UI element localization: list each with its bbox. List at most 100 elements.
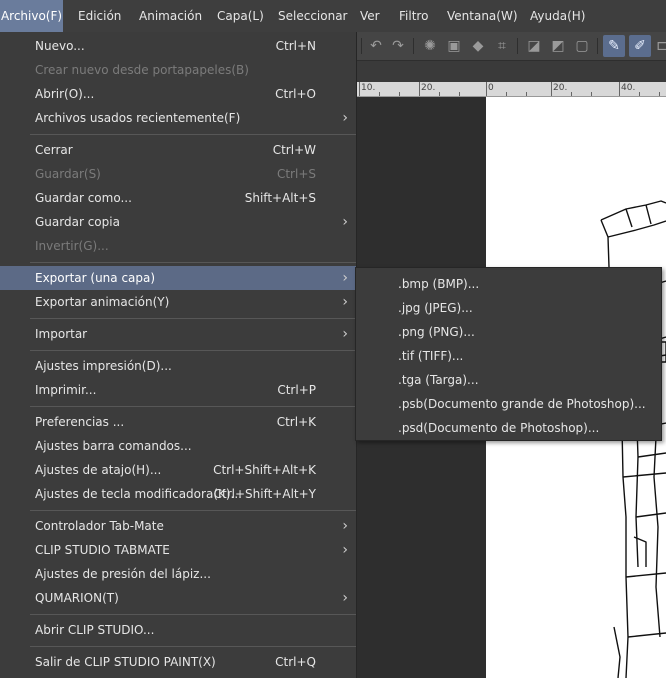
- menu-separator: [30, 350, 356, 351]
- menu-item-label: Crear nuevo desde portapapeles(B): [35, 63, 249, 77]
- menu-item-salir[interactable]: Salir de CLIP STUDIO PAINT(X) Ctrl+Q: [0, 650, 356, 674]
- submenu-item-label: .psb(Documento grande de Photoshop)...: [398, 397, 646, 411]
- menu-item-clip-studio-tabmate[interactable]: CLIP STUDIO TABMATE ›: [0, 538, 356, 562]
- menu-item-guardar-copia[interactable]: Guardar copia ›: [0, 210, 356, 234]
- menu-item-ajustes-presion-lapiz[interactable]: Ajustes de presión del lápiz...: [0, 562, 356, 586]
- menu-item-ajustes-tecla-modificadora[interactable]: Ajustes de tecla modificadora(K)... Ctrl…: [0, 482, 356, 506]
- ruler-tick: [526, 92, 527, 96]
- menu-item-label: Ajustes impresión(D)...: [35, 359, 172, 373]
- submenu-item-psd[interactable]: .psd(Documento de Photoshop)...: [356, 416, 661, 440]
- menu-item-label: QUMARION(T): [35, 591, 119, 605]
- menu-item-shortcut: Ctrl+Q: [275, 655, 316, 669]
- undo-icon[interactable]: ↶: [367, 37, 385, 55]
- menu-seleccionar[interactable]: Seleccionar: [278, 0, 347, 32]
- menu-item-label: Cerrar: [35, 143, 73, 157]
- menu-ayuda[interactable]: Ayuda(H): [530, 0, 585, 32]
- toolbar-separator: [361, 38, 362, 54]
- transform-icon[interactable]: ▣: [445, 37, 463, 55]
- menu-item-exportar-animacion[interactable]: Exportar animación(Y) ›: [0, 290, 356, 314]
- ruler-tick: [359, 82, 360, 96]
- chevron-right-icon: ›: [342, 110, 348, 126]
- chevron-right-icon: ›: [342, 590, 348, 606]
- export-submenu: .bmp (BMP)... .jpg (JPEG)... .png (PNG).…: [355, 267, 662, 441]
- menu-item-label: Abrir CLIP STUDIO...: [35, 623, 155, 637]
- menu-item-cerrar[interactable]: Cerrar Ctrl+W: [0, 138, 356, 162]
- menu-edicion[interactable]: Edición: [78, 0, 121, 32]
- menu-item-shortcut: Ctrl+Shift+Alt+K: [213, 463, 316, 477]
- selection-border-icon[interactable]: ▢: [573, 37, 591, 55]
- chevron-right-icon: ›: [342, 270, 348, 286]
- menu-item-archivos-recientes[interactable]: Archivos usados recientemente(F) ›: [0, 106, 356, 130]
- menu-animacion[interactable]: Animación: [139, 0, 202, 32]
- ruler-tick: [379, 92, 380, 96]
- submenu-item-png[interactable]: .png (PNG)...: [356, 320, 661, 344]
- menu-item-preferencias[interactable]: Preferencias ... Ctrl+K: [0, 410, 356, 434]
- ruler-tool-icon[interactable]: ⊏: [653, 37, 666, 55]
- menu-item-abrir[interactable]: Abrir(O)... Ctrl+O: [0, 82, 356, 106]
- menu-item-shortcut: Ctrl+K: [276, 415, 316, 429]
- submenu-item-jpg[interactable]: .jpg (JPEG)...: [356, 296, 661, 320]
- menu-ver[interactable]: Ver: [360, 0, 380, 32]
- chevron-right-icon: ›: [342, 542, 348, 558]
- menu-separator: [30, 646, 356, 647]
- chevron-right-icon: ›: [342, 214, 348, 230]
- ruler-label: 20.: [553, 83, 568, 93]
- menu-item-ajustes-barra-comandos[interactable]: Ajustes barra comandos...: [0, 434, 356, 458]
- menu-item-abrir-clip-studio[interactable]: Abrir CLIP STUDIO...: [0, 618, 356, 642]
- menu-archivo[interactable]: Archivo(F): [0, 0, 63, 32]
- menu-item-label: Controlador Tab-Mate: [35, 519, 164, 533]
- menu-item-exportar-una-capa[interactable]: Exportar (una capa) ›: [0, 266, 356, 290]
- pen-tool-icon[interactable]: ✎: [603, 35, 625, 57]
- menu-item-label: Invertir(G)...: [35, 239, 109, 253]
- menu-item-importar[interactable]: Importar ›: [0, 322, 356, 346]
- submenu-item-bmp[interactable]: .bmp (BMP)...: [356, 272, 661, 296]
- menu-item-ajustes-atajo[interactable]: Ajustes de atajo(H)... Ctrl+Shift+Alt+K: [0, 458, 356, 482]
- menu-item-nuevo[interactable]: Nuevo... Ctrl+N: [0, 34, 356, 58]
- menu-item-guardar: Guardar(S) Ctrl+S: [0, 162, 356, 186]
- ruler-label: 20.: [421, 83, 436, 93]
- menu-item-shortcut: Ctrl+Shift+Alt+Y: [213, 487, 316, 501]
- crop-icon[interactable]: ⌗: [493, 37, 511, 55]
- ruler-tick: [571, 92, 572, 96]
- menu-ventana[interactable]: Ventana(W): [447, 0, 518, 32]
- submenu-item-tif[interactable]: .tif (TIFF)...: [356, 344, 661, 368]
- menu-item-imprimir[interactable]: Imprimir... Ctrl+P: [0, 378, 356, 402]
- submenu-item-psb[interactable]: .psb(Documento grande de Photoshop)...: [356, 392, 661, 416]
- menu-item-guardar-como[interactable]: Guardar como... Shift+Alt+S: [0, 186, 356, 210]
- ruler-tick: [399, 92, 400, 96]
- redo-icon[interactable]: ↷: [389, 37, 407, 55]
- menu-filtro[interactable]: Filtro: [399, 0, 428, 32]
- ruler-tick: [439, 92, 440, 96]
- menu-item-ajustes-impresion[interactable]: Ajustes impresión(D)...: [0, 354, 356, 378]
- menu-capa[interactable]: Capa(L): [217, 0, 264, 32]
- loading-spinner-icon[interactable]: ✺: [421, 37, 439, 55]
- submenu-item-label: .tga (Targa)...: [398, 373, 479, 387]
- select-none-icon[interactable]: ◪: [525, 37, 543, 55]
- toolbar-separator: [597, 38, 598, 54]
- menu-item-shortcut: Ctrl+N: [275, 39, 316, 53]
- menu-separator: [30, 614, 356, 615]
- menu-item-qumarion[interactable]: QUMARION(T) ›: [0, 586, 356, 610]
- ruler-tick: [639, 92, 640, 96]
- submenu-item-label: .tif (TIFF)...: [398, 349, 464, 363]
- submenu-item-label: .png (PNG)...: [398, 325, 475, 339]
- ruler-tick: [551, 82, 552, 96]
- fill-bucket-icon[interactable]: ◆: [469, 37, 487, 55]
- menu-item-shortcut: Ctrl+S: [276, 167, 316, 181]
- menu-item-label: Preferencias ...: [35, 415, 125, 429]
- menu-item-crear-desde-portapapeles: Crear nuevo desde portapapeles(B): [0, 58, 356, 82]
- menu-item-label: Salir de CLIP STUDIO PAINT(X): [35, 655, 216, 669]
- ruler-tick: [619, 82, 620, 96]
- ruler-tick: [506, 92, 507, 96]
- ruler-tick: [419, 82, 420, 96]
- menu-separator: [30, 134, 356, 135]
- menu-item-controlador-tab-mate[interactable]: Controlador Tab-Mate ›: [0, 514, 356, 538]
- menu-item-label: CLIP STUDIO TABMATE: [35, 543, 170, 557]
- ruler-label: 0: [488, 83, 494, 93]
- menu-item-label: Nuevo...: [35, 39, 85, 53]
- menu-item-shortcut: Ctrl+O: [275, 87, 316, 101]
- brush-tool-icon[interactable]: ✐: [629, 35, 651, 57]
- invert-selection-icon[interactable]: ◩: [549, 37, 567, 55]
- file-menu-dropdown: Nuevo... Ctrl+N Crear nuevo desde portap…: [0, 32, 357, 678]
- submenu-item-tga[interactable]: .tga (Targa)...: [356, 368, 661, 392]
